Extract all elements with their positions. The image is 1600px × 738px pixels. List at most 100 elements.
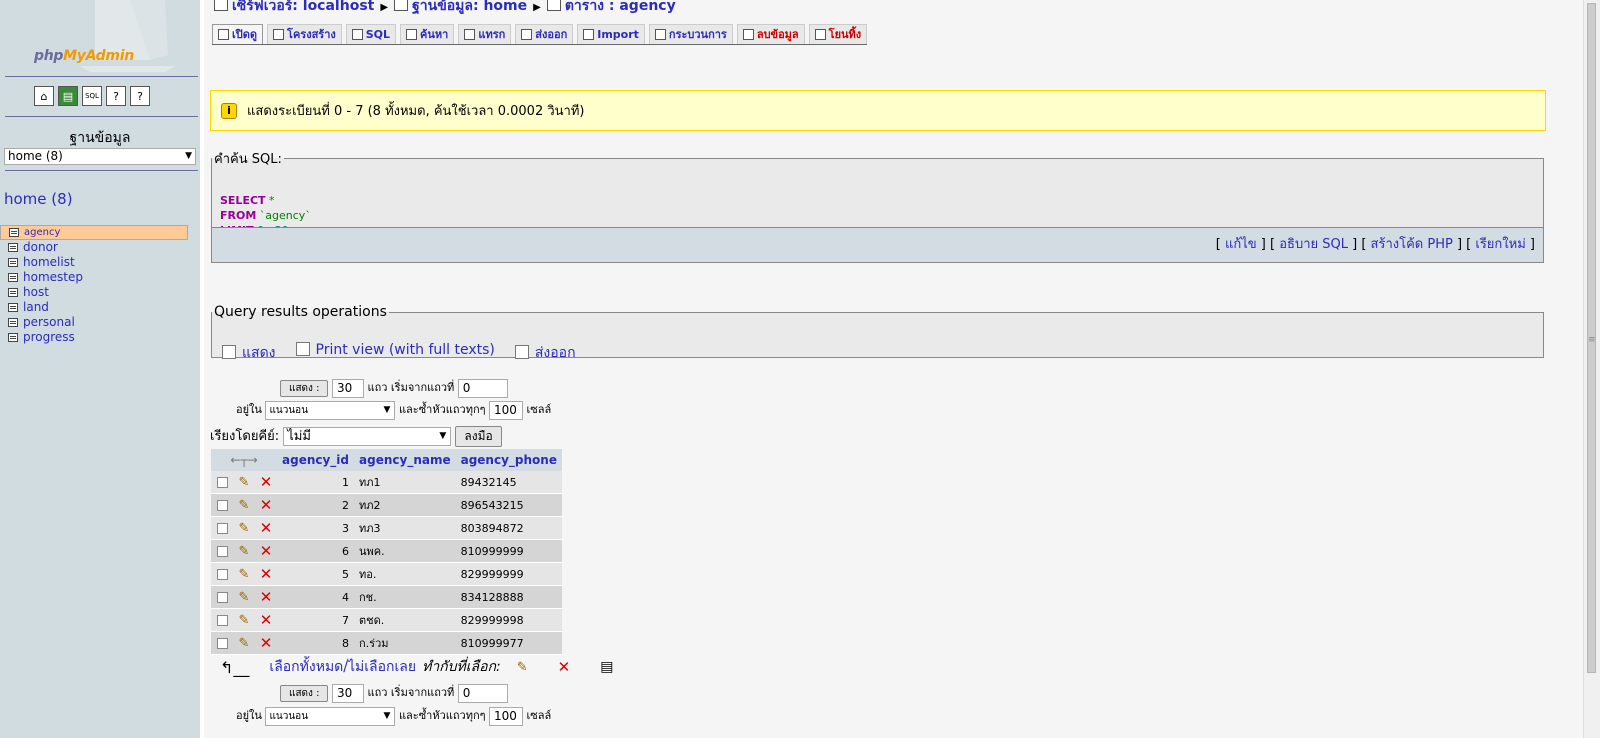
- refresh-link[interactable]: เรียกใหม่: [1475, 237, 1525, 252]
- row-edit-cell: ✎: [233, 471, 255, 494]
- table-icon: [546, 0, 561, 11]
- column-header-agency-name[interactable]: agency_name: [354, 449, 456, 471]
- row-checkbox[interactable]: [216, 569, 228, 580]
- edit-sql-link[interactable]: แก้ไข: [1225, 237, 1257, 252]
- tab-import[interactable]: Import: [577, 24, 645, 44]
- sidebar-table-homestep[interactable]: homestep: [0, 270, 200, 285]
- breadcrumb-server[interactable]: เซิร์ฟเวอร์: localhost: [232, 0, 374, 14]
- delete-x-icon[interactable]: ✕: [260, 588, 273, 606]
- edit-pencil-icon[interactable]: ✎: [239, 521, 250, 536]
- delete-x-icon[interactable]: ✕: [260, 473, 273, 491]
- tab-label: SQL: [365, 27, 391, 41]
- row-checkbox-cell: [211, 585, 233, 609]
- edit-pencil-icon[interactable]: ✎: [239, 636, 250, 651]
- export-link[interactable]: ส่งออก: [514, 342, 576, 364]
- mode-select[interactable]: แนวนอน ▼: [265, 400, 396, 420]
- sidebar-table-personal[interactable]: personal: [0, 315, 200, 330]
- edit-pencil-icon[interactable]: ✎: [239, 498, 250, 513]
- sidebar-table-progress[interactable]: progress: [0, 330, 200, 345]
- edit-pencil-icon[interactable]: ✎: [239, 613, 250, 628]
- tab-browse[interactable]: เปิดดู: [212, 24, 264, 44]
- sidebar-table-land[interactable]: land: [0, 300, 200, 315]
- tab-label: แทรก: [478, 27, 506, 41]
- start-input[interactable]: 0: [457, 683, 508, 703]
- rows-input[interactable]: 30: [331, 378, 364, 398]
- tab-drop[interactable]: โยนทิ้ง: [808, 24, 868, 44]
- print-icon: [222, 345, 236, 359]
- tab-insert[interactable]: แทรก: [458, 24, 512, 44]
- edit-pencil-icon[interactable]: ✎: [239, 475, 250, 490]
- column-header-agency-id[interactable]: agency_id: [277, 449, 355, 471]
- tab-label: โครงสร้าง: [287, 27, 336, 41]
- row-checkbox[interactable]: [216, 523, 228, 534]
- start-input[interactable]: 0: [457, 378, 508, 398]
- delete-x-icon[interactable]: ✕: [260, 565, 273, 583]
- tab-operations[interactable]: กระบวนการ: [648, 24, 733, 44]
- cell-agency-name: ทภ1: [354, 471, 456, 494]
- explain-sql-link[interactable]: อธิบาย SQL: [1279, 237, 1348, 252]
- uncheck-all-link[interactable]: ไม่เลือกเลย: [348, 656, 416, 678]
- cell-agency-phone: 810999999: [455, 539, 562, 563]
- table-row: ✎ ✕ 8 ก.ร่วม 810999977: [211, 631, 562, 655]
- mysql-docs-icon[interactable]: ?: [130, 86, 150, 106]
- tab-sql[interactable]: SQL: [345, 24, 397, 44]
- delete-x-icon[interactable]: ✕: [260, 519, 273, 537]
- table-icon: [8, 303, 18, 312]
- sql-query-box: คำค้น SQL: SELECT * FROM `agency` LIMIT …: [211, 148, 1544, 237]
- row-checkbox[interactable]: [216, 477, 228, 488]
- sql-window-icon[interactable]: SQL: [82, 86, 102, 106]
- edit-pencil-icon[interactable]: ✎: [239, 544, 250, 559]
- tab-bar: เปิดดู โครงสร้าง SQL ค้นหา แทรก ส่งออก Import ก…: [212, 24, 868, 45]
- tab-empty[interactable]: ลบข้อมูล: [736, 24, 805, 44]
- rows-input[interactable]: 30: [331, 683, 364, 703]
- repeat-input[interactable]: 100: [489, 400, 524, 420]
- sidebar-table-label: land: [23, 300, 49, 314]
- delete-x-icon[interactable]: ✕: [260, 611, 273, 629]
- phpmyadmin-logo[interactable]: phpMyAdmin: [0, 0, 200, 76]
- query-window-icon[interactable]: ▤: [58, 86, 78, 106]
- cell-agency-phone: 89432145: [455, 471, 562, 494]
- print-full-link[interactable]: Print view (with full texts): [295, 342, 495, 364]
- delete-selected-icon[interactable]: ✕: [558, 658, 571, 676]
- row-checkbox[interactable]: [216, 500, 228, 511]
- sort-select[interactable]: ไม่มี ▼: [283, 427, 452, 446]
- breadcrumb-table[interactable]: ตาราง : agency: [565, 0, 676, 14]
- row-delete-cell: ✕: [255, 493, 277, 517]
- docs-icon[interactable]: ?: [106, 86, 126, 106]
- row-checkbox[interactable]: [216, 638, 228, 649]
- tab-structure[interactable]: โครงสร้าง: [267, 24, 342, 44]
- edit-pencil-icon[interactable]: ✎: [239, 567, 250, 582]
- repeat-input[interactable]: 100: [489, 706, 524, 726]
- tab-export[interactable]: ส่งออก: [515, 24, 574, 44]
- row-checkbox[interactable]: [216, 592, 228, 603]
- show-button[interactable]: แสดง :: [280, 684, 329, 702]
- edit-pencil-icon[interactable]: ✎: [239, 590, 250, 605]
- print-link[interactable]: แสดง: [222, 342, 276, 364]
- database-title-link[interactable]: home (8): [4, 190, 73, 208]
- nav-form-top: แสดง : 30 แถว เริ่มจากแถวที่ 0: [280, 378, 508, 398]
- sidebar-table-agency[interactable]: agency: [0, 225, 188, 240]
- check-all-link[interactable]: เลือกทั้งหมด: [269, 656, 343, 678]
- sort-go-button[interactable]: ลงมือ: [455, 426, 502, 447]
- show-button[interactable]: แสดง :: [280, 379, 329, 397]
- export-selected-icon[interactable]: ▤: [600, 659, 613, 675]
- delete-x-icon[interactable]: ✕: [260, 634, 273, 652]
- sidebar-table-donor[interactable]: donor: [0, 240, 200, 255]
- row-checkbox[interactable]: [216, 546, 228, 557]
- row-checkbox[interactable]: [216, 615, 228, 626]
- delete-x-icon[interactable]: ✕: [260, 542, 273, 560]
- column-header-agency-phone[interactable]: agency_phone: [455, 449, 562, 471]
- edit-selected-icon[interactable]: ✎: [517, 660, 528, 675]
- home-icon[interactable]: ⌂: [34, 86, 54, 106]
- mode-select[interactable]: แนวนอน ▼: [265, 706, 396, 726]
- breadcrumb-database[interactable]: ฐานข้อมูล: home: [412, 0, 527, 14]
- sidebar-table-homelist[interactable]: homelist: [0, 255, 200, 270]
- sidebar-table-label: homelist: [23, 255, 75, 269]
- tab-search[interactable]: ค้นหา: [400, 24, 455, 44]
- sidebar-table-host[interactable]: host: [0, 285, 200, 300]
- database-select[interactable]: home (8) ▼: [4, 148, 196, 165]
- delete-x-icon[interactable]: ✕: [260, 496, 273, 514]
- vertical-scrollbar[interactable]: ≡: [1583, 0, 1600, 738]
- create-php-link[interactable]: สร้างโค้ด PHP: [1371, 237, 1453, 252]
- logo-text: phpMyAdmin: [34, 48, 134, 64]
